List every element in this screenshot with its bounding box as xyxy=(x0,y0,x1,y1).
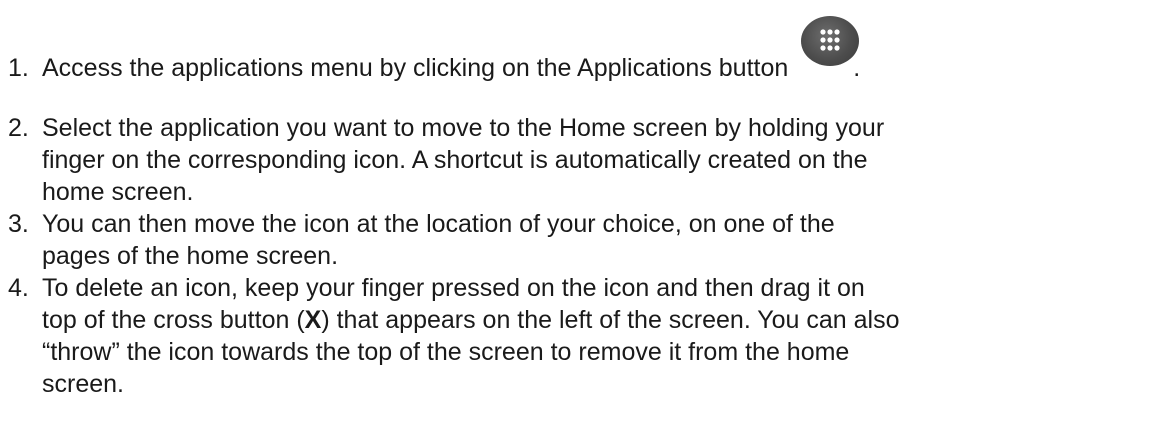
cross-button-label: X xyxy=(304,306,322,334)
step-line: “throw” the icon towards the top of the … xyxy=(42,338,850,366)
step-line: You can then move the icon at the locati… xyxy=(42,210,835,238)
step-line: finger on the corresponding icon. A shor… xyxy=(42,146,868,174)
step-text: Access the applications menu by clicking… xyxy=(42,16,1152,84)
step-text: Select the application you want to move … xyxy=(42,112,1152,208)
step-line-text: Access the applications menu by clicking… xyxy=(42,54,789,82)
applications-grid-icon xyxy=(801,16,860,66)
step-line: home screen. xyxy=(42,178,194,206)
step-line: pages of the home screen. xyxy=(42,242,339,270)
step-line: Select the application you want to move … xyxy=(42,114,885,142)
step-text: To delete an icon, keep your finger pres… xyxy=(42,272,1152,400)
step-line-text: ) that appears on the left of the screen… xyxy=(321,306,900,334)
step-line: Access the applications menu by clicking… xyxy=(42,16,1152,84)
step-line: top of the cross button (X) that appears… xyxy=(42,304,1152,336)
step-line-text: top of the cross button ( xyxy=(42,306,305,334)
step-line: To delete an icon, keep your finger pres… xyxy=(42,274,865,302)
step-line: screen. xyxy=(42,370,124,398)
step-text: You can then move the icon at the locati… xyxy=(42,208,1152,272)
